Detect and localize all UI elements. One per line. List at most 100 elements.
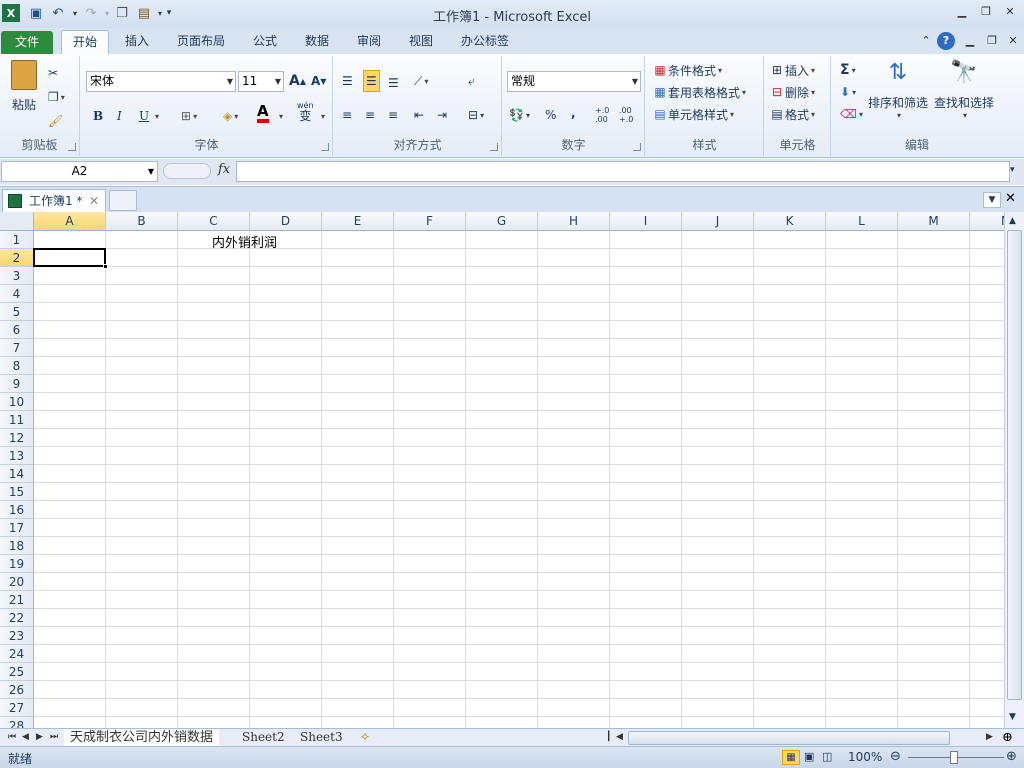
row-header-19[interactable]: 19 <box>0 555 34 573</box>
row-header-18[interactable]: 18 <box>0 537 34 555</box>
pinyin-guide-icon[interactable]: wén 变 <box>297 100 314 126</box>
workbook-close-icon[interactable]: ✕ <box>1003 34 1023 50</box>
bold-button[interactable]: B <box>93 105 103 127</box>
fill-icon[interactable]: ⬇ ▾ <box>840 81 856 103</box>
find-select-button[interactable]: 🔭 查找和选择 ▾ <box>934 60 994 126</box>
workbook-tab-close-icon[interactable]: ✕ <box>89 190 99 212</box>
pinyin-dropdown-icon[interactable]: ▾ <box>319 105 325 127</box>
sheet-tab-sheet3[interactable]: Sheet3 <box>294 729 349 747</box>
workbook-restore-icon[interactable]: ❐ <box>982 34 1002 50</box>
normal-view-icon[interactable]: ▦ <box>782 750 800 765</box>
column-header-e[interactable]: E <box>322 212 394 231</box>
row-header-5[interactable]: 5 <box>0 303 34 321</box>
column-header-a[interactable]: A <box>34 212 106 231</box>
column-header-d[interactable]: D <box>250 212 322 231</box>
zoom-out-icon[interactable]: ⊖ <box>890 749 901 764</box>
column-header-n[interactable]: N <box>970 212 1004 231</box>
decrease-indent-icon[interactable]: ⇤ <box>414 104 424 126</box>
currency-icon[interactable]: 💱 ▾ <box>509 104 530 126</box>
font-launcher-icon[interactable] <box>321 143 329 151</box>
scroll-up-icon[interactable]: ▲ <box>1009 216 1016 226</box>
font-name-combo[interactable]: 宋体 ▼ <box>86 71 236 92</box>
delete-cells-button[interactable]: ⊟ 删除 ▾ <box>769 81 815 103</box>
select-all-corner[interactable] <box>0 212 34 231</box>
fill-color-icon[interactable]: ◈ ▾ <box>223 105 238 127</box>
row-header-25[interactable]: 25 <box>0 663 34 681</box>
alignment-launcher-icon[interactable] <box>490 143 498 151</box>
row-header-14[interactable]: 14 <box>0 465 34 483</box>
column-header-j[interactable]: J <box>682 212 754 231</box>
align-center-icon[interactable]: ≡ <box>365 104 375 126</box>
help-icon[interactable]: ? <box>937 32 955 50</box>
row-header-27[interactable]: 27 <box>0 699 34 717</box>
font-color-dropdown-icon[interactable]: ▾ <box>277 105 283 127</box>
row-header-2[interactable]: 2 <box>0 249 34 267</box>
tab-strip-close-icon[interactable]: ✕ <box>1005 191 1016 206</box>
zoom-in-icon[interactable]: ⊕ <box>1006 749 1017 764</box>
increase-indent-icon[interactable]: ⇥ <box>437 104 447 126</box>
row-header-3[interactable]: 3 <box>0 267 34 285</box>
font-size-dropdown-icon[interactable]: ▼ <box>275 72 281 91</box>
row-header-4[interactable]: 4 <box>0 285 34 303</box>
font-color-icon[interactable]: A <box>257 102 269 123</box>
format-painter-icon[interactable]: 🖌 <box>48 110 63 132</box>
align-bottom-icon[interactable]: ☰ <box>388 72 399 94</box>
workbook-tab[interactable]: 工作簿1 * ✕ <box>2 189 106 212</box>
find-select-dropdown-icon[interactable]: ▾ <box>963 111 967 120</box>
shrink-font-icon[interactable]: A ▼ <box>311 70 326 92</box>
vertical-scroll-thumb[interactable] <box>1007 230 1022 700</box>
fill-handle[interactable] <box>103 264 108 269</box>
column-header-c[interactable]: C <box>178 212 250 231</box>
sort-filter-button[interactable]: ⇅ 排序和筛选 ▾ <box>868 60 928 126</box>
row-header-20[interactable]: 20 <box>0 573 34 591</box>
tab-formulas[interactable]: 公式 <box>242 30 288 54</box>
align-left-icon[interactable]: ≡ <box>342 104 352 126</box>
scroll-down-icon[interactable]: ▼ <box>1009 712 1016 722</box>
last-sheet-icon[interactable]: ⏭ <box>44 729 64 747</box>
tab-page-layout[interactable]: 页面布局 <box>166 30 236 54</box>
vertical-scrollbar[interactable]: ▲ ▼ <box>1004 212 1024 728</box>
font-size-combo[interactable]: 11 ▼ <box>238 71 284 92</box>
column-header-b[interactable]: B <box>106 212 178 231</box>
wrap-text-icon[interactable]: ⤶ <box>468 70 475 92</box>
tab-file[interactable]: 文件 <box>1 31 54 55</box>
clipboard-launcher-icon[interactable] <box>68 143 76 151</box>
minimize-ribbon-icon[interactable]: ⌃ <box>916 34 936 50</box>
tab-view[interactable]: 视图 <box>398 30 444 54</box>
underline-dropdown-icon[interactable]: ▾ <box>153 105 159 127</box>
conditional-format-button[interactable]: ▦ 条件格式 ▾ <box>652 59 722 81</box>
row-header-10[interactable]: 10 <box>0 393 34 411</box>
decrease-decimal-button[interactable]: .00 +.0 <box>619 104 643 126</box>
underline-button[interactable]: U <box>139 105 149 127</box>
align-top-icon[interactable]: ☰ <box>342 70 353 92</box>
formula-bar-splitter[interactable] <box>163 163 211 179</box>
row-header-11[interactable]: 11 <box>0 411 34 429</box>
workbook-minimize-icon[interactable]: ▁ <box>960 34 980 50</box>
worksheet-grid[interactable]: ABCDEFGHIJKLMN12345678910111213141516171… <box>0 212 1004 728</box>
sheet-tab-sheet2[interactable]: Sheet2 <box>236 729 291 747</box>
row-header-8[interactable]: 8 <box>0 357 34 375</box>
clear-icon[interactable]: ⌫ ▾ <box>840 103 863 125</box>
new-workbook-tab-button[interactable] <box>109 190 137 211</box>
column-header-k[interactable]: K <box>754 212 826 231</box>
row-header-9[interactable]: 9 <box>0 375 34 393</box>
sheet-tab-active[interactable]: 天成制衣公司内外销数据 <box>64 729 220 747</box>
increase-decimal-button[interactable]: +.0 .00 <box>595 104 619 126</box>
autosum-button[interactable]: Σ ▾ <box>840 59 856 81</box>
italic-button[interactable]: I <box>117 105 122 127</box>
comma-button[interactable]: , <box>571 102 576 124</box>
tab-office-tabs[interactable]: 办公标签 <box>450 30 520 54</box>
horizontal-scroll-thumb[interactable] <box>628 731 950 745</box>
number-format-combo[interactable]: 常规 ▼ <box>507 71 641 92</box>
merge-center-icon[interactable]: ⊟ ▾ <box>468 104 484 126</box>
insert-function-button[interactable]: fx <box>218 162 230 177</box>
insert-cells-button[interactable]: ⊞ 插入 ▾ <box>769 59 815 81</box>
page-break-view-icon[interactable]: ◫ <box>822 750 832 763</box>
tab-data[interactable]: 数据 <box>294 30 340 54</box>
row-header-16[interactable]: 16 <box>0 501 34 519</box>
row-header-1[interactable]: 1 <box>0 231 34 249</box>
row-header-17[interactable]: 17 <box>0 519 34 537</box>
align-right-icon[interactable]: ≡ <box>388 104 398 126</box>
insert-sheet-icon[interactable]: ✧ <box>354 729 376 747</box>
page-layout-view-icon[interactable]: ▣ <box>804 750 814 763</box>
